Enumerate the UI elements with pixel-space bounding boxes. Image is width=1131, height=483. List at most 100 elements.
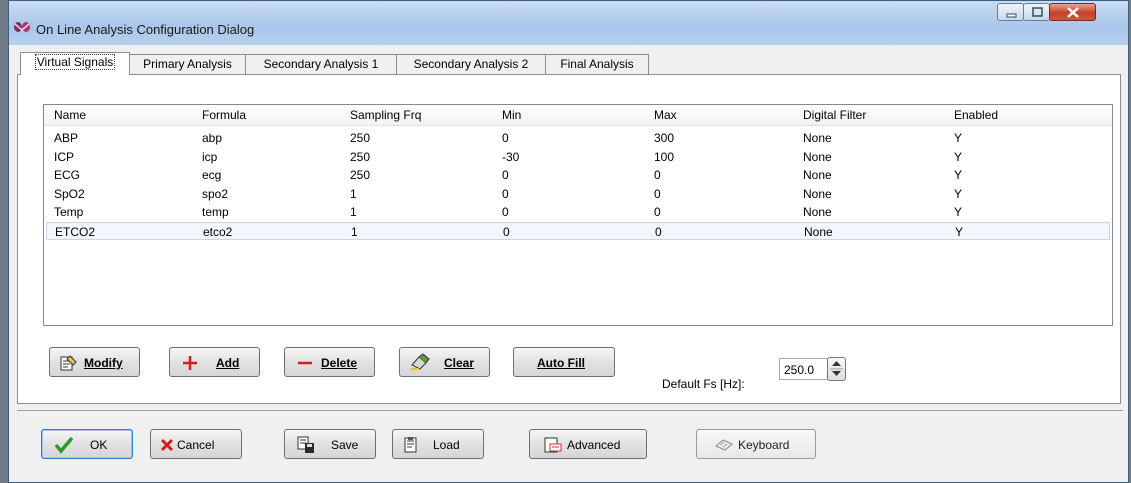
add-button[interactable]: Add (169, 347, 260, 377)
advanced-button[interactable]: Advanced (529, 429, 647, 459)
load-icon (404, 437, 417, 453)
cell-max: 0 (654, 186, 661, 201)
close-button[interactable] (1049, 3, 1096, 21)
column-header-max[interactable]: Max (654, 108, 677, 122)
add-label: Add (216, 356, 240, 370)
cell-name: ETCO2 (55, 225, 96, 239)
cell-sampling-frq: 250 (350, 168, 371, 183)
cell-enabled: Y (954, 205, 963, 220)
default-fs-spinner[interactable] (827, 357, 846, 381)
cell-max: 0 (654, 168, 661, 183)
cell-min: -30 (502, 149, 520, 164)
tab-primary-analysis[interactable]: Primary Analysis (129, 54, 246, 74)
minimize-button[interactable] (997, 3, 1024, 21)
save-label: Save (331, 438, 359, 452)
load-label: Load (433, 438, 460, 452)
cell-formula: ecg (202, 168, 222, 183)
modify-icon (60, 355, 77, 371)
minimize-icon (1006, 13, 1017, 18)
column-header-formula[interactable]: Formula (202, 108, 246, 122)
cell-formula: abp (202, 131, 223, 145)
table-row[interactable]: ECG ecg 250 0 0 None Y (46, 166, 1110, 184)
tab-final-analysis[interactable]: Final Analysis (545, 54, 649, 74)
cell-digital-filter: None (804, 225, 833, 239)
cell-digital-filter: None (803, 168, 832, 183)
cell-min: 0 (502, 131, 509, 145)
cancel-button[interactable]: Cancel (150, 429, 242, 459)
cell-min: 0 (502, 168, 509, 183)
ok-label: OK (90, 438, 108, 452)
cell-enabled: Y (955, 225, 964, 239)
spinner-arrows-icon (830, 361, 843, 376)
maximize-button[interactable] (1023, 3, 1050, 21)
auto-fill-button[interactable]: Auto Fill (513, 347, 615, 377)
cell-enabled: Y (954, 186, 963, 201)
separator (17, 410, 1123, 411)
close-icon (1067, 7, 1079, 18)
cell-sampling-frq: 1 (351, 225, 358, 239)
table-row[interactable]: Temp temp 1 0 0 None Y (46, 203, 1110, 221)
maximize-icon (1032, 7, 1043, 17)
table-row[interactable]: ICP icp 250 -30 100 None Y (46, 148, 1110, 166)
cancel-label: Cancel (177, 438, 215, 452)
cell-name: ECG (54, 168, 81, 183)
cell-min: 0 (503, 225, 510, 239)
cell-max: 0 (655, 225, 662, 239)
column-header-sampling-frq[interactable]: Sampling Frq (350, 108, 421, 122)
x-icon (160, 438, 174, 452)
default-fs-input[interactable]: 250.0 (779, 358, 829, 380)
cell-formula: temp (202, 205, 229, 220)
modify-label: Modify (84, 356, 123, 370)
column-header-min[interactable]: Min (502, 108, 521, 122)
auto-fill-label: Auto Fill (537, 356, 585, 370)
cell-name: SpO2 (54, 186, 85, 201)
column-header-digital-filter[interactable]: Digital Filter (803, 108, 866, 122)
window-title: On Line Analysis Configuration Dialog (36, 22, 255, 37)
table-row[interactable]: ETCO2 etco2 1 0 0 None Y (46, 222, 1110, 240)
ok-button[interactable]: OK (41, 429, 133, 459)
cell-formula: spo2 (202, 186, 229, 201)
cell-max: 100 (654, 149, 675, 164)
signals-table[interactable]: Name Formula Sampling Frq Min Max Digita… (43, 104, 1113, 326)
table-row[interactable]: SpO2 spo2 1 0 0 None Y (46, 185, 1110, 203)
tab-virtual-signals[interactable]: Virtual Signals (20, 52, 130, 75)
cell-min: 0 (502, 205, 509, 220)
column-header-enabled[interactable]: Enabled (954, 108, 998, 122)
minus-icon (298, 361, 312, 365)
table-header: Name Formula Sampling Frq Min Max Digita… (44, 105, 1112, 126)
checkmark-icon (54, 436, 74, 454)
clear-label: Clear (444, 356, 475, 370)
cell-enabled: Y (954, 131, 963, 145)
cell-name: Temp (54, 205, 84, 220)
modify-button[interactable]: Modify (49, 347, 140, 377)
cell-sampling-frq: 1 (350, 205, 357, 220)
clear-button[interactable]: Clear (399, 347, 490, 377)
dialog-window: On Line Analysis Configuration Dialog Vi… (8, 0, 1129, 483)
cell-enabled: Y (954, 149, 963, 164)
title-bar[interactable]: On Line Analysis Configuration Dialog (9, 1, 1128, 45)
table-row[interactable]: ABP abp 250 0 300 None Y (46, 129, 1110, 147)
save-button[interactable]: Save (284, 429, 376, 459)
cell-formula: icp (202, 149, 218, 164)
advanced-label: Advanced (567, 438, 621, 452)
cell-sampling-frq: 1 (350, 186, 357, 201)
load-button[interactable]: Load (392, 429, 484, 459)
cell-max: 300 (654, 131, 675, 145)
tab-secondary-analysis-1[interactable]: Secondary Analysis 1 (245, 54, 397, 74)
tab-secondary-analysis-2[interactable]: Secondary Analysis 2 (396, 54, 546, 74)
keyboard-icon (715, 439, 733, 451)
delete-label: Delete (321, 356, 358, 370)
delete-button[interactable]: Delete (284, 347, 375, 377)
cell-max: 0 (654, 205, 661, 220)
cell-enabled: Y (954, 168, 963, 183)
keyboard-label: Keyboard (738, 438, 790, 452)
column-header-name[interactable]: Name (54, 108, 86, 122)
cell-name: ABP (54, 131, 79, 145)
cell-digital-filter: None (803, 186, 832, 201)
keyboard-button[interactable]: Keyboard (696, 429, 816, 459)
default-fs-label: Default Fs [Hz]: (662, 377, 745, 391)
cell-formula: etco2 (203, 225, 233, 239)
cell-name: ICP (54, 149, 75, 164)
save-icon (297, 436, 314, 453)
cell-sampling-frq: 250 (350, 131, 371, 145)
